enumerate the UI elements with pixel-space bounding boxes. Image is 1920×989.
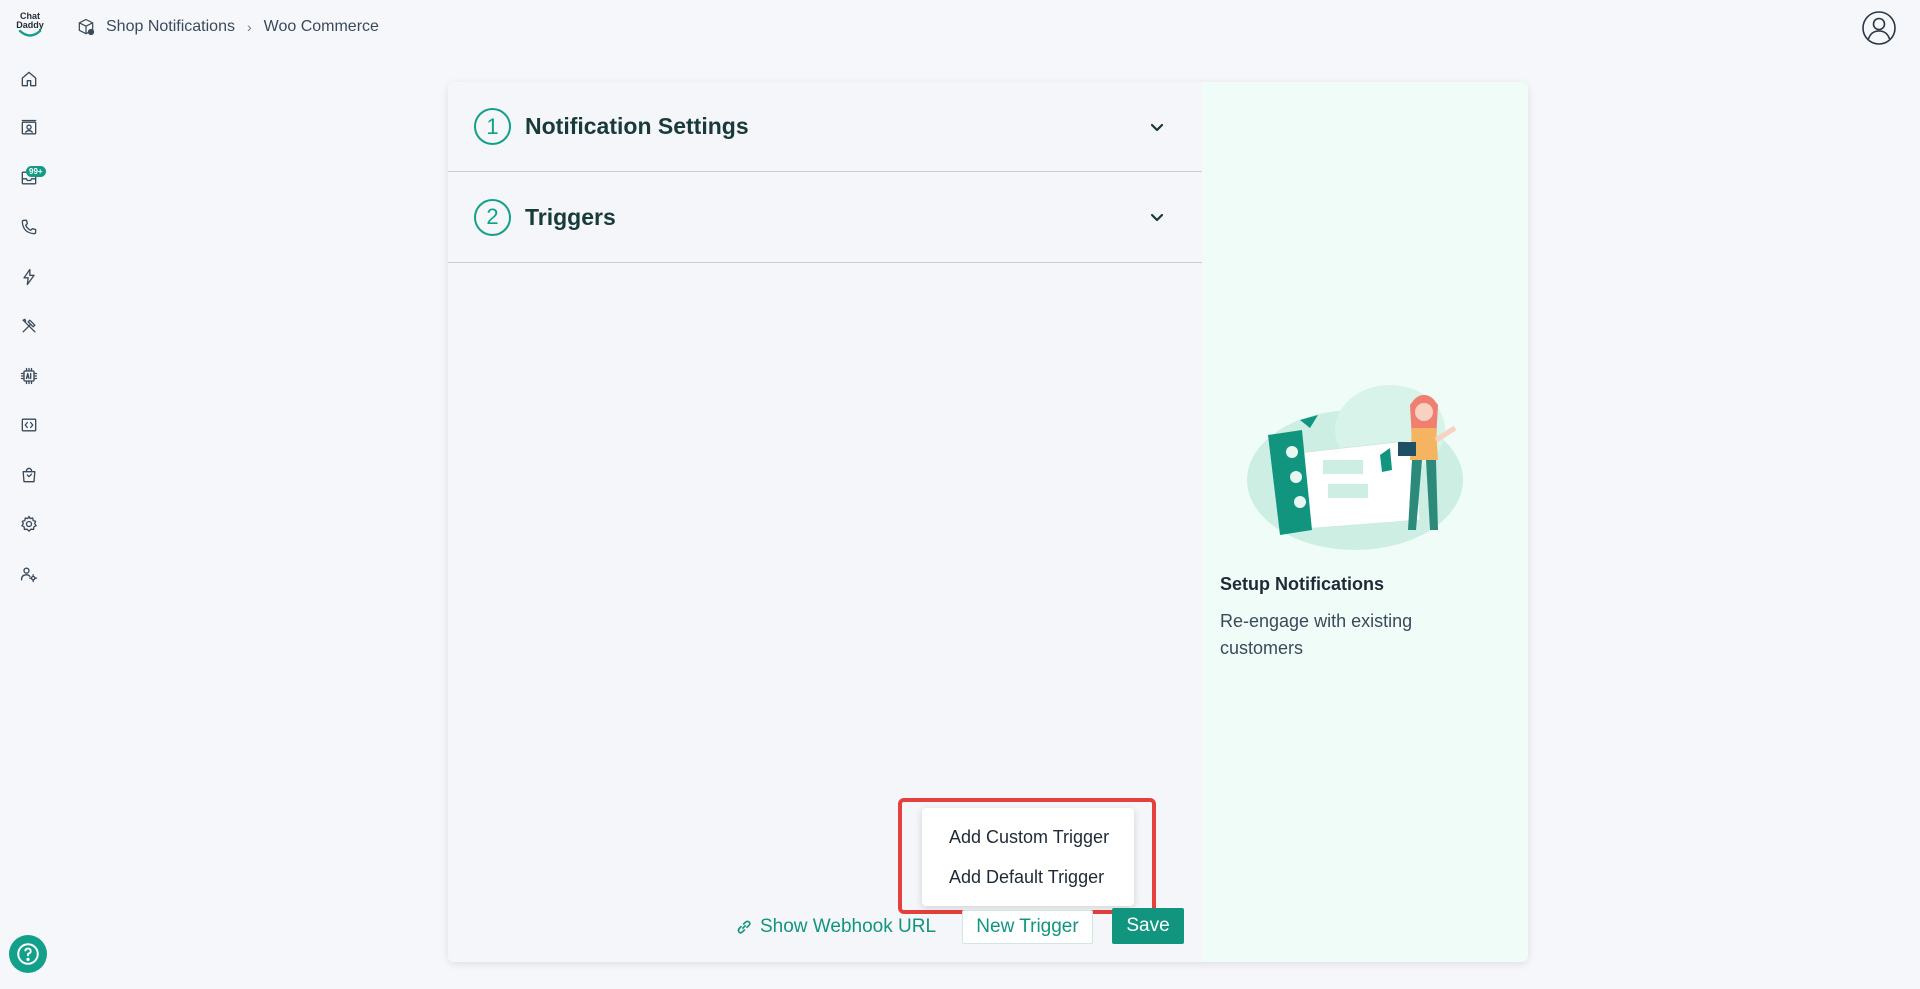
side-panel-description: Re-engage with existing customers [1220, 611, 1413, 658]
logo-smile-icon [18, 30, 42, 37]
ai-chip-icon[interactable] [17, 364, 41, 388]
breadcrumb-chevron-icon: › [246, 19, 252, 35]
chevron-down-icon[interactable] [1146, 206, 1168, 228]
code-icon[interactable] [17, 413, 41, 437]
section-notification-settings[interactable]: 1 Notification Settings [448, 82, 1202, 172]
new-trigger-menu: Add Custom Trigger Add Default Trigger [922, 808, 1134, 906]
save-button[interactable]: Save [1112, 908, 1184, 944]
chevron-down-icon[interactable] [1146, 116, 1168, 138]
step-number-2: 2 [474, 198, 511, 236]
app-logo[interactable]: Chat Daddy [14, 12, 46, 42]
breadcrumb-woo-commerce: Woo Commerce [263, 18, 379, 35]
contacts-icon[interactable] [17, 116, 41, 140]
setup-notifications-illustration [1247, 385, 1463, 550]
section-title-notification-settings: Notification Settings [525, 113, 749, 139]
account-icon[interactable] [1861, 10, 1897, 46]
side-panel-title: Setup Notifications [1220, 574, 1385, 594]
shop-notifications-icon [76, 17, 96, 37]
help-icon[interactable] [9, 935, 47, 973]
team-settings-icon[interactable] [17, 562, 41, 586]
webhook-label: Show Webhook URL [760, 916, 937, 937]
menu-item-add-custom-trigger[interactable]: Add Custom Trigger [922, 817, 1134, 857]
breadcrumb-shop-notifications[interactable]: Shop Notifications [106, 18, 235, 36]
section-title-triggers: Triggers [525, 203, 616, 230]
shop-bag-icon[interactable] [17, 463, 41, 487]
sidebar: Chat Daddy 99+ [0, 0, 58, 989]
new-trigger-button[interactable]: New Trigger [962, 910, 1093, 944]
show-webhook-url-button[interactable]: Show Webhook URL [734, 913, 936, 941]
logo-text-line2: Daddy [16, 20, 44, 30]
section-triggers[interactable]: 2 Triggers [448, 172, 1202, 263]
inbox-count-badge: 99+ [26, 166, 46, 177]
step-number-1: 1 [474, 108, 511, 145]
lightning-icon[interactable] [17, 265, 41, 289]
settings-gear-icon[interactable] [17, 512, 41, 536]
home-icon[interactable] [17, 67, 41, 91]
breadcrumb: Shop Notifications › Woo Commerce [76, 16, 379, 38]
phone-icon[interactable] [17, 215, 41, 239]
link-icon [737, 920, 751, 934]
tools-icon[interactable] [17, 314, 41, 338]
menu-item-add-default-trigger[interactable]: Add Default Trigger [922, 857, 1134, 897]
